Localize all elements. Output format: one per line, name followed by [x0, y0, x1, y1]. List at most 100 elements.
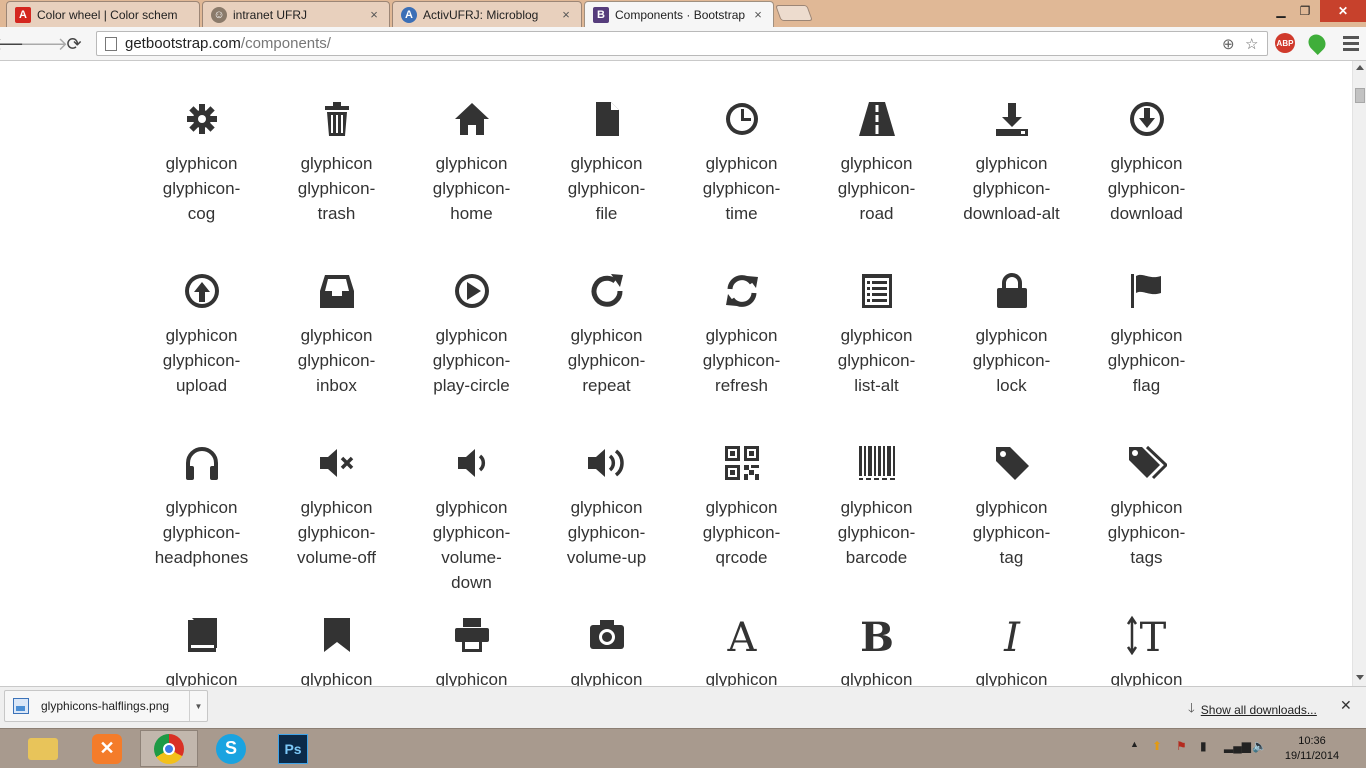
glyph-cell-lock[interactable]: glyphicon glyphicon-lock: [944, 269, 1079, 398]
glyph-cell-tags[interactable]: glyphicon glyphicon-tags: [1079, 441, 1214, 570]
glyph-cell-volume-up[interactable]: glyphicon glyphicon-volume-up: [539, 441, 674, 570]
scroll-down-icon[interactable]: [1356, 675, 1364, 680]
glyph-label-line: headphones: [154, 548, 249, 567]
glyph-label-line: glyphicon-: [567, 523, 646, 542]
glyph-label-line: glyphicon: [165, 670, 238, 686]
clock-date: 19/11/2014: [1284, 750, 1340, 762]
glyph-cell-bookmark[interactable]: glyphicon: [269, 613, 404, 686]
tray-battery-icon[interactable]: ▮: [1200, 739, 1207, 753]
glyph-cell-time[interactable]: glyphicon glyphicon-time: [674, 97, 809, 226]
glyph-cell-font[interactable]: Aglyphicon: [674, 613, 809, 686]
glyph-label: glyphicon glyphicon-qrcode: [674, 495, 809, 570]
evernote-button[interactable]: [1304, 30, 1330, 56]
scroll-thumb[interactable]: [1355, 88, 1365, 103]
glyph-cell-qrcode[interactable]: glyphicon glyphicon-qrcode: [674, 441, 809, 570]
glyph-cell-refresh[interactable]: glyphicon glyphicon-refresh: [674, 269, 809, 398]
chrome-menu-button[interactable]: [1340, 32, 1362, 54]
cog-icon: [134, 97, 269, 141]
glyph-cell-barcode[interactable]: glyphicon glyphicon-barcode: [809, 441, 944, 570]
glyph-cell-list-alt[interactable]: glyphicon glyphicon-list-alt: [809, 269, 944, 398]
restore-button[interactable]: ❐: [1294, 0, 1316, 22]
close-window-button[interactable]: ✕: [1320, 0, 1366, 22]
glyph-cell-camera[interactable]: glyphicon: [539, 613, 674, 686]
taskbar-photoshop[interactable]: Ps: [264, 730, 322, 767]
minimize-button[interactable]: ▁: [1268, 0, 1294, 22]
glyph-label: glyphicon glyphicon-play-circle: [404, 323, 539, 398]
glyph-label-line: glyphicon: [300, 326, 373, 345]
glyph-cell-road[interactable]: glyphicon glyphicon-road: [809, 97, 944, 226]
address-bar[interactable]: getbootstrap.com/components/ ⊕ ☆: [96, 31, 1268, 56]
glyph-cell-home[interactable]: glyphicon glyphicon-home: [404, 97, 539, 226]
browser-toolbar: 🡐 🡒 ⟳ getbootstrap.com/components/ ⊕ ☆ A…: [0, 27, 1366, 61]
tab-bootstrap-components[interactable]: B Components · Bootstrap ×: [584, 1, 774, 27]
glyph-cell-tag[interactable]: glyphicon glyphicon-tag: [944, 441, 1079, 570]
glyph-cell-book[interactable]: glyphicon: [134, 613, 269, 686]
glyph-label-line: glyphicon-: [972, 523, 1051, 542]
new-tab-button[interactable]: [775, 5, 813, 21]
glyph-label: glyphicon glyphicon-volume-off: [269, 495, 404, 570]
close-tab-icon[interactable]: ×: [751, 7, 765, 22]
glyph-cell-repeat[interactable]: glyphicon glyphicon-repeat: [539, 269, 674, 398]
volume-up-icon: [539, 441, 674, 485]
system-clock[interactable]: 10:36 19/11/2014: [1276, 734, 1348, 764]
glyph-cell-play-circle[interactable]: glyphicon glyphicon-play-circle: [404, 269, 539, 398]
glyph-cell-bold[interactable]: Bglyphicon: [809, 613, 944, 686]
show-all-downloads[interactable]: 🡓 Show all downloads...: [1188, 699, 1317, 721]
tab-activufrj[interactable]: A ActivUFRJ: Microblog ×: [392, 1, 582, 27]
show-hidden-icons[interactable]: ▲: [1130, 739, 1139, 749]
scroll-up-icon[interactable]: [1356, 65, 1364, 70]
glyph-label-line: glyphicon: [975, 154, 1048, 173]
glyph-cell-volume-down[interactable]: glyphicon glyphicon-volume-down: [404, 441, 539, 595]
adblock-plus-button[interactable]: ABP: [1274, 32, 1296, 54]
tray-network-icon[interactable]: ▂▄▆: [1224, 739, 1251, 753]
glyph-cell-text-height[interactable]: Tglyphicon: [1079, 613, 1214, 686]
glyph-cell-trash[interactable]: glyphicon glyphicon-trash: [269, 97, 404, 226]
forward-button[interactable]: 🡒: [20, 32, 68, 56]
svg-text:I: I: [1003, 615, 1021, 655]
glyph-label-line: glyphicon: [840, 326, 913, 345]
tray-update-icon[interactable]: ⬆: [1152, 739, 1162, 753]
glyph-label: glyphicon glyphicon-download-alt: [944, 151, 1079, 226]
glyph-cell-headphones[interactable]: glyphicon glyphicon-headphones: [134, 441, 269, 570]
close-shelf-icon[interactable]: ✕: [1340, 697, 1352, 714]
close-tab-icon[interactable]: ×: [367, 7, 381, 22]
download-menu-button[interactable]: ▼: [189, 691, 207, 721]
download-file-name: glyphicons-halflings.png: [41, 699, 170, 713]
glyph-cell-volume-off[interactable]: glyphicon glyphicon-volume-off: [269, 441, 404, 570]
taskbar-file-explorer[interactable]: [14, 730, 72, 767]
tab-color-wheel[interactable]: A Color wheel | Color schem: [6, 1, 200, 27]
close-tab-icon[interactable]: ×: [559, 7, 573, 22]
star-icon[interactable]: ☆: [1245, 35, 1258, 53]
download-item[interactable]: glyphicons-halflings.png ▼: [4, 690, 208, 722]
taskbar-chrome[interactable]: [140, 730, 198, 767]
page-scrollbar[interactable]: [1352, 61, 1366, 686]
tray-volume-icon[interactable]: 🔈: [1252, 739, 1267, 753]
glyph-label: glyphicon glyphicon-lock: [944, 323, 1079, 398]
tray-flag-icon[interactable]: ⚑: [1176, 739, 1187, 753]
tab-intranet-ufrj[interactable]: ☺ intranet UFRJ ×: [202, 1, 390, 27]
glyph-label-line: glyphicon: [1110, 326, 1183, 345]
glyph-label: glyphicon: [809, 667, 944, 686]
taskbar-xampp[interactable]: ✕: [78, 730, 136, 767]
qrcode-icon: [674, 441, 809, 485]
glyph-cell-file[interactable]: glyphicon glyphicon-file: [539, 97, 674, 226]
glyph-cell-download[interactable]: glyphicon glyphicon-download: [1079, 97, 1214, 226]
glyph-cell-italic[interactable]: Iglyphicon: [944, 613, 1079, 686]
glyph-cell-download-alt[interactable]: glyphicon glyphicon-download-alt: [944, 97, 1079, 226]
reload-button[interactable]: ⟳: [62, 32, 86, 56]
windows-taskbar: ✕ S Ps ▲ ⬆ ⚑ ▮ ▂▄▆ 🔈 10:36 19/11/2014: [0, 728, 1366, 768]
glyph-label-line: glyphicon-: [432, 179, 511, 198]
taskbar-skype[interactable]: S: [202, 730, 260, 767]
glyph-label-line: glyphicon-: [432, 351, 511, 370]
zoom-icon[interactable]: ⊕: [1222, 35, 1235, 53]
glyph-cell-cog[interactable]: glyphicon glyphicon-cog: [134, 97, 269, 226]
photoshop-icon: Ps: [278, 733, 308, 764]
glyph-cell-flag[interactable]: glyphicon glyphicon-flag: [1079, 269, 1214, 398]
flag-icon: [1079, 269, 1214, 313]
glyph-label-line: glyphicon-: [297, 351, 376, 370]
glyph-cell-upload[interactable]: glyphicon glyphicon-upload: [134, 269, 269, 398]
glyph-cell-inbox[interactable]: glyphicon glyphicon-inbox: [269, 269, 404, 398]
show-all-downloads-link[interactable]: Show all downloads...: [1201, 703, 1317, 717]
menu-icon: [1343, 35, 1359, 51]
glyph-cell-print[interactable]: glyphicon: [404, 613, 539, 686]
